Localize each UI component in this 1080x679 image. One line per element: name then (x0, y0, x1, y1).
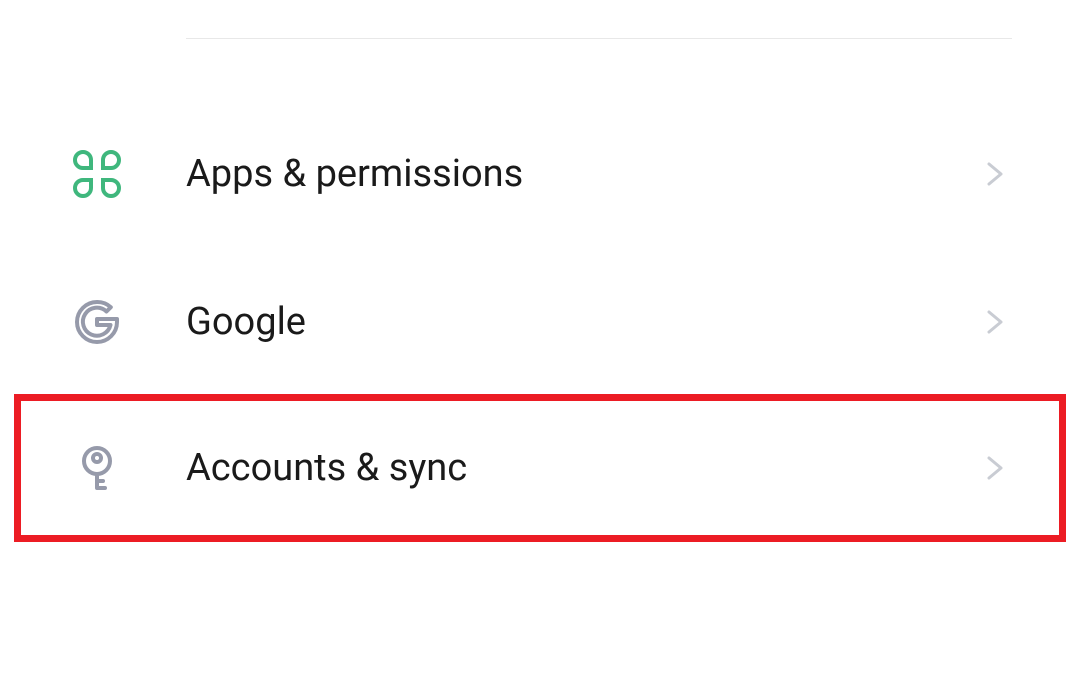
google-g-icon (70, 295, 124, 349)
section-divider (186, 38, 1012, 39)
settings-list: Apps & permissions Google (0, 100, 1080, 542)
settings-item-apps-permissions[interactable]: Apps & permissions (0, 100, 1080, 248)
chevron-right-icon (980, 307, 1010, 337)
settings-item-label: Google (186, 300, 980, 344)
settings-item-label: Accounts & sync (186, 446, 980, 490)
apps-clover-icon (70, 147, 124, 201)
settings-item-label: Apps & permissions (186, 152, 980, 196)
settings-item-accounts-sync[interactable]: Accounts & sync (14, 394, 1066, 542)
chevron-right-icon (980, 453, 1010, 483)
chevron-right-icon (980, 159, 1010, 189)
key-icon (70, 441, 124, 495)
settings-item-google[interactable]: Google (0, 248, 1080, 396)
